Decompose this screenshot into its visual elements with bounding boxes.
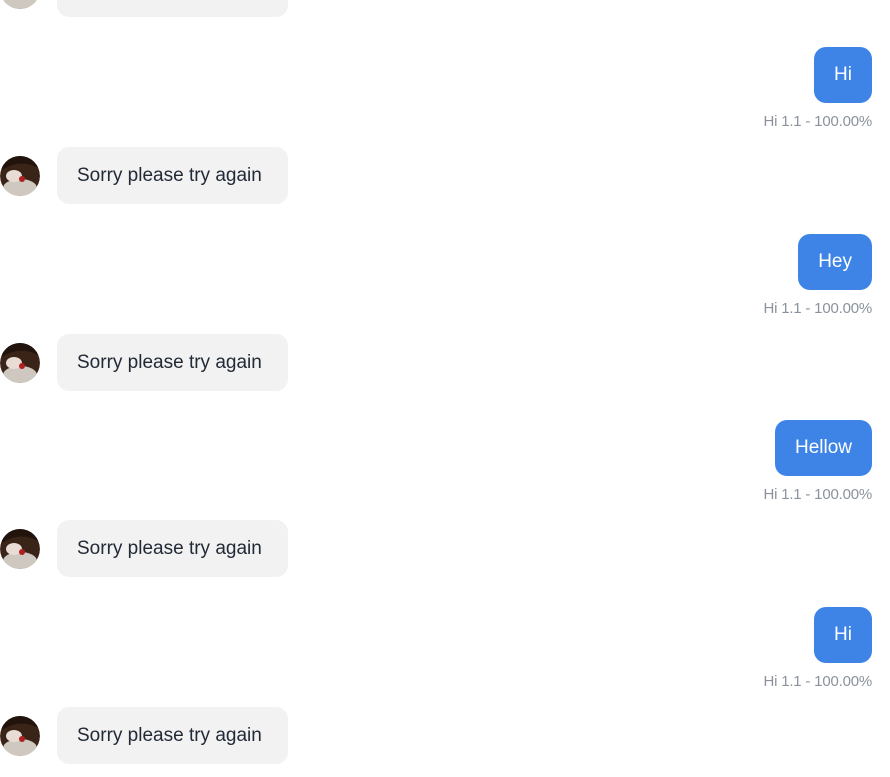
user-bubble: Hi bbox=[814, 47, 872, 103]
user-message: Hellow Hi 1.1 - 100.00% bbox=[763, 420, 872, 503]
user-message: Hi Hi 1.1 - 100.00% bbox=[763, 47, 872, 130]
bot-bubble: Sorry please try again bbox=[57, 334, 288, 391]
bot-message: Sorry please try again bbox=[0, 334, 288, 391]
bot-message: Sorry please try again bbox=[0, 707, 288, 764]
bot-avatar-icon bbox=[0, 528, 40, 569]
message-meta: Hi 1.1 - 100.00% bbox=[763, 300, 872, 317]
user-bubble: Hey bbox=[798, 234, 872, 290]
bot-message: Sorry please try again bbox=[0, 147, 288, 204]
message-meta: Hi 1.1 - 100.00% bbox=[763, 673, 872, 690]
bot-bubble: Sorry please try again bbox=[57, 707, 288, 764]
bot-avatar-icon bbox=[0, 0, 40, 9]
message-meta: Hi 1.1 - 100.00% bbox=[763, 486, 872, 503]
bot-bubble bbox=[57, 0, 288, 17]
user-message: Hey Hi 1.1 - 100.00% bbox=[763, 234, 872, 317]
user-message: Hi Hi 1.1 - 100.00% bbox=[763, 607, 872, 690]
chat-transcript: Hi Hi 1.1 - 100.00% Sorry please try aga… bbox=[0, 0, 890, 777]
user-bubble: Hi bbox=[814, 607, 872, 663]
bot-bubble: Sorry please try again bbox=[57, 147, 288, 204]
bot-avatar-icon bbox=[0, 715, 40, 756]
user-bubble: Hellow bbox=[774, 420, 872, 476]
bot-message: Sorry please try again bbox=[0, 520, 288, 577]
bot-avatar-icon bbox=[0, 155, 40, 196]
bot-message-partial bbox=[0, 0, 288, 17]
bot-bubble: Sorry please try again bbox=[57, 520, 288, 577]
bot-avatar-icon bbox=[0, 342, 40, 383]
message-meta: Hi 1.1 - 100.00% bbox=[763, 113, 872, 130]
